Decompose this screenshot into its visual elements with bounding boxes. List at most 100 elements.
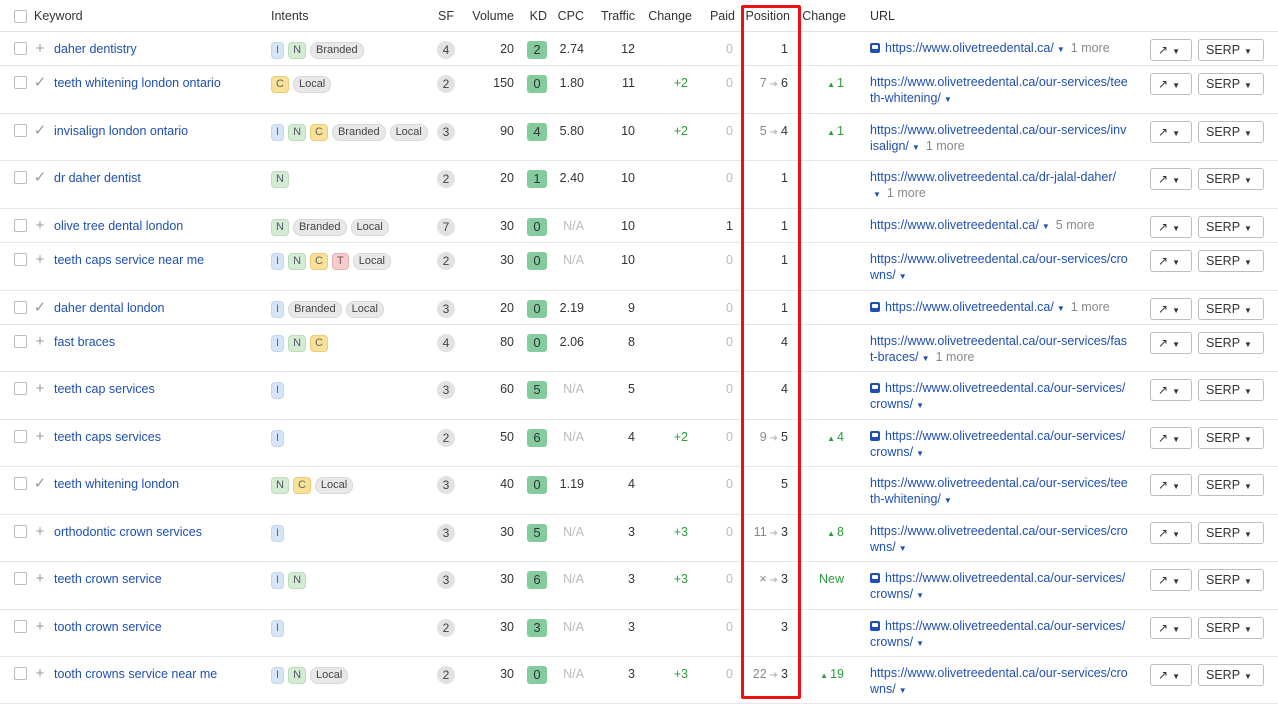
serp-button[interactable]: SERP ▼ [1198,664,1264,686]
row-checkbox[interactable] [14,219,27,232]
position-history-button[interactable]: ↗ ▼ [1150,73,1192,95]
row-checkbox[interactable] [14,430,27,443]
url-link[interactable]: https://www.olivetreedental.ca/ [885,300,1054,314]
chevron-down-icon[interactable]: ▼ [912,143,920,152]
sf-badge[interactable]: 4 [437,334,455,352]
more-urls-link[interactable]: 1 more [1071,300,1110,314]
more-urls-link[interactable]: 1 more [936,350,975,364]
chevron-down-icon[interactable]: ▼ [1057,45,1065,54]
row-checkbox[interactable] [14,76,27,89]
plus-icon[interactable]: + [33,429,47,445]
position-history-button[interactable]: ↗ ▼ [1150,474,1192,496]
more-urls-link[interactable]: 1 more [887,186,926,200]
plus-icon[interactable]: + [33,381,47,397]
col-paid[interactable]: Paid [692,0,735,32]
col-keyword[interactable]: Keyword [27,0,271,32]
url-link[interactable]: https://www.olivetreedental.ca/our-servi… [870,252,1128,282]
keyword-link[interactable]: tooth crowns service near me [54,667,217,681]
chevron-down-icon[interactable]: ▼ [899,272,907,281]
col-position-change[interactable]: Change [797,0,858,32]
position-history-button[interactable]: ↗ ▼ [1150,168,1192,190]
sf-badge[interactable]: 2 [437,170,455,188]
position-history-button[interactable]: ↗ ▼ [1150,617,1192,639]
keyword-link[interactable]: tooth crown service [54,620,162,634]
col-position[interactable]: Position [735,0,797,32]
sf-badge[interactable]: 3 [437,381,455,399]
check-icon[interactable]: ✓ [33,123,47,139]
chevron-down-icon[interactable]: ▼ [1057,304,1065,313]
serp-button[interactable]: SERP ▼ [1198,569,1264,591]
keyword-link[interactable]: fast braces [54,335,115,349]
url-link[interactable]: https://www.olivetreedental.ca/ [870,218,1039,232]
sf-badge[interactable]: 3 [437,123,455,141]
keyword-link[interactable]: olive tree dental london [54,219,183,233]
row-checkbox[interactable] [14,124,27,137]
serp-button[interactable]: SERP ▼ [1198,427,1264,449]
keyword-link[interactable]: orthodontic crown services [54,525,202,539]
plus-icon[interactable]: + [33,252,47,268]
chevron-down-icon[interactable]: ▼ [873,190,881,199]
check-icon[interactable]: ✓ [33,300,47,316]
url-link[interactable]: https://www.olivetreedental.ca/our-servi… [870,524,1128,554]
serp-button[interactable]: SERP ▼ [1198,168,1264,190]
url-link[interactable]: https://www.olivetreedental.ca/our-servi… [870,571,1125,601]
plus-icon[interactable]: + [33,41,47,57]
chevron-down-icon[interactable]: ▼ [922,354,930,363]
more-urls-link[interactable]: 1 more [1071,41,1110,55]
keyword-link[interactable]: teeth whitening london [54,477,179,491]
url-link[interactable]: https://www.olivetreedental.ca/dr-jalal-… [870,170,1116,184]
col-sf[interactable]: SF [436,0,456,32]
url-link[interactable]: https://www.olivetreedental.ca/our-servi… [870,476,1128,506]
row-checkbox[interactable] [14,382,27,395]
sf-badge[interactable]: 2 [437,252,455,270]
plus-icon[interactable]: + [33,334,47,350]
sf-badge[interactable]: 2 [437,429,455,447]
position-history-button[interactable]: ↗ ▼ [1150,216,1192,238]
sf-badge[interactable]: 2 [437,75,455,93]
serp-button[interactable]: SERP ▼ [1198,332,1264,354]
chevron-down-icon[interactable]: ▼ [899,544,907,553]
sf-badge[interactable]: 2 [437,619,455,637]
row-checkbox[interactable] [14,667,27,680]
sf-badge[interactable]: 4 [437,41,455,59]
check-icon[interactable]: ✓ [33,476,47,492]
serp-button[interactable]: SERP ▼ [1198,474,1264,496]
url-link[interactable]: https://www.olivetreedental.ca/ [885,41,1054,55]
position-history-button[interactable]: ↗ ▼ [1150,427,1192,449]
chevron-down-icon[interactable]: ▼ [899,686,907,695]
row-checkbox[interactable] [14,335,27,348]
keyword-link[interactable]: dr daher dentist [54,171,141,185]
url-link[interactable]: https://www.olivetreedental.ca/our-servi… [870,75,1128,105]
serp-button[interactable]: SERP ▼ [1198,379,1264,401]
position-history-button[interactable]: ↗ ▼ [1150,522,1192,544]
position-history-button[interactable]: ↗ ▼ [1150,121,1192,143]
url-link[interactable]: https://www.olivetreedental.ca/our-servi… [870,666,1128,696]
select-all-checkbox[interactable] [14,9,27,23]
serp-button[interactable]: SERP ▼ [1198,39,1264,61]
sf-badge[interactable]: 3 [437,300,455,318]
col-volume[interactable]: Volume [456,0,514,32]
keyword-link[interactable]: daher dental london [54,301,165,315]
serp-button[interactable]: SERP ▼ [1198,216,1264,238]
sf-badge[interactable]: 2 [437,666,455,684]
row-checkbox[interactable] [14,525,27,538]
sf-badge[interactable]: 7 [437,218,455,236]
plus-icon[interactable]: + [33,571,47,587]
more-urls-link[interactable]: 1 more [926,139,965,153]
row-checkbox[interactable] [14,42,27,55]
serp-button[interactable]: SERP ▼ [1198,250,1264,272]
chevron-down-icon[interactable]: ▼ [944,95,952,104]
plus-icon[interactable]: + [33,619,47,635]
position-history-button[interactable]: ↗ ▼ [1150,569,1192,591]
position-history-button[interactable]: ↗ ▼ [1150,664,1192,686]
url-link[interactable]: https://www.olivetreedental.ca/our-servi… [870,429,1125,459]
keyword-link[interactable]: teeth caps services [54,430,161,444]
plus-icon[interactable]: + [33,218,47,234]
keyword-link[interactable]: teeth caps service near me [54,253,204,267]
serp-button[interactable]: SERP ▼ [1198,522,1264,544]
chevron-down-icon[interactable]: ▼ [916,401,924,410]
check-icon[interactable]: ✓ [33,75,47,91]
chevron-down-icon[interactable]: ▼ [916,591,924,600]
sf-badge[interactable]: 3 [437,476,455,494]
serp-button[interactable]: SERP ▼ [1198,617,1264,639]
